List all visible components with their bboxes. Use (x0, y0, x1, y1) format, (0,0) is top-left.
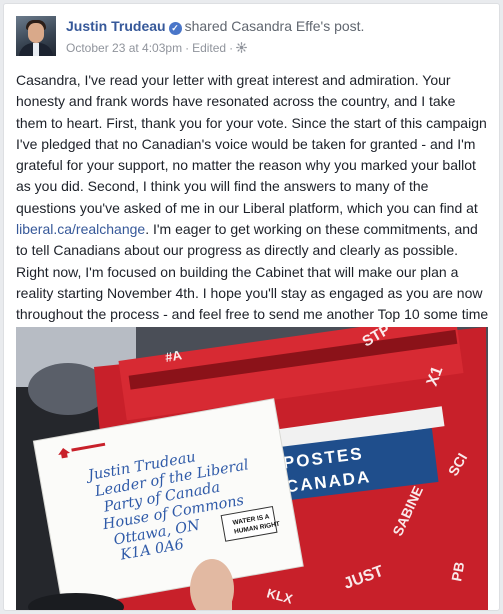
post-card: Justin Trudeau ✓ shared Casandra Effe's po… (3, 3, 500, 611)
post-photo[interactable]: #A STP X1 SCI SABINE JUST KLX PB POSTES … (16, 327, 488, 610)
verified-badge-icon: ✓ (168, 22, 182, 35)
author-name-link[interactable]: Justin Trudeau (66, 18, 166, 34)
meta-separator-2: · (229, 41, 234, 55)
author-avatar[interactable] (16, 16, 56, 56)
post-header: Justin Trudeau ✓ shared Casandra Effe's po… (16, 16, 486, 60)
post-body-text: Casandra, I've read your letter with gre… (16, 72, 487, 216)
post-timestamp-link[interactable]: October 23 at 4:03pm (66, 41, 182, 55)
post-body: Casandra, I've read your letter with gre… (16, 70, 490, 347)
post-action: shared (184, 18, 228, 34)
edited-label[interactable]: Edited (192, 41, 226, 55)
post-meta: October 23 at 4:03pm · Edited · (66, 40, 486, 56)
post-header-line: Justin Trudeau ✓ shared Casandra Effe's po… (66, 17, 486, 35)
photo-illustration: #A STP X1 SCI SABINE JUST KLX PB POSTES … (16, 327, 488, 610)
meta-separator: · (185, 41, 190, 55)
platform-link[interactable]: liberal.ca/realchange (16, 221, 145, 237)
mailbox-sticker: #A (164, 347, 184, 365)
mailbox-sticker: PB (448, 561, 467, 583)
post-header-text: Justin Trudeau ✓ shared Casandra Effe's po… (66, 17, 486, 56)
post-body-text-continued: . I'm eager to get working on these comm… (16, 221, 489, 343)
globe-icon[interactable] (236, 41, 248, 55)
shared-post-link[interactable]: Casandra Effe's post. (231, 18, 364, 34)
